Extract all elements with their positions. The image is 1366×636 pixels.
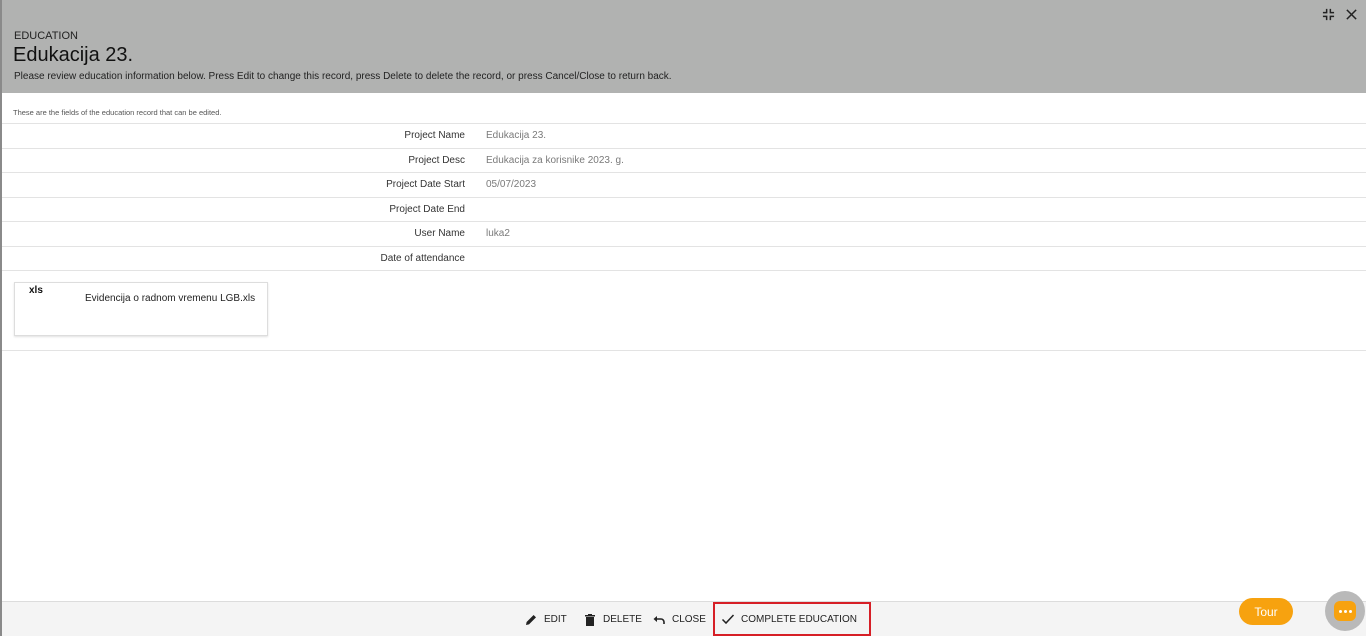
field-row: Date of attendance: [2, 245, 1366, 271]
field-row: Project Date Start 05/07/2023: [2, 172, 1366, 197]
checkmark-icon: [721, 614, 735, 625]
file-type-label: xls: [29, 285, 43, 296]
field-row: Project Name Edukacija 23.: [2, 123, 1366, 148]
chat-icon: [1334, 601, 1356, 621]
field-label: Project Name: [404, 130, 465, 141]
field-label: User Name: [414, 228, 465, 240]
collapse-icon: [1322, 8, 1334, 20]
field-row: Project Desc Edukacija za korisnike 2023…: [2, 147, 1366, 173]
tour-button[interactable]: Tour: [1239, 598, 1293, 625]
field-label: Project Desc: [408, 154, 465, 166]
page-title: Edukacija 23.: [13, 44, 134, 66]
action-toolbar: EDIT DELETE CLOSE COMPLETE EDUCATION: [2, 601, 1366, 636]
field-value: Edukacija 23.: [486, 130, 547, 141]
trash-icon: [585, 613, 595, 626]
field-label: Date of attendance: [380, 252, 465, 264]
record-fields: Project Name Edukacija 23. Project Desc …: [2, 123, 1366, 271]
record-type-label: EDUCATION: [14, 30, 78, 42]
close-button[interactable]: CLOSE: [652, 602, 706, 636]
page-instructions: Please review education information belo…: [14, 71, 672, 82]
field-value: luka2: [486, 228, 510, 240]
undo-icon: [653, 615, 665, 624]
close-window-button[interactable]: [1343, 6, 1359, 22]
field-row: User Name luka2: [2, 221, 1366, 246]
field-value: 05/07/2023: [486, 179, 537, 191]
field-label: Project Date End: [389, 203, 465, 215]
close-icon: [1345, 8, 1357, 20]
pencil-icon: [526, 614, 536, 625]
delete-button[interactable]: DELETE: [583, 602, 642, 636]
collapse-button[interactable]: [1320, 6, 1336, 22]
complete-education-button[interactable]: COMPLETE EDUCATION: [713, 602, 871, 636]
attachment-card[interactable]: xls Evidencija o radnom vremenu LGB.xls: [14, 282, 268, 336]
edit-button[interactable]: EDIT: [524, 602, 567, 636]
edit-button-label: EDIT: [544, 614, 567, 625]
complete-education-label: COMPLETE EDUCATION: [741, 613, 857, 625]
education-detail-page: EDUCATION Edukacija 23. Please review ed…: [0, 0, 1366, 636]
field-value: Edukacija za korisnike 2023. g.: [486, 154, 624, 166]
chat-widget-button[interactable]: [1325, 591, 1365, 631]
field-row: Project Date End: [2, 196, 1366, 222]
close-button-label: CLOSE: [672, 614, 706, 625]
field-label: Project Date Start: [386, 179, 465, 191]
page-header: EDUCATION Edukacija 23. Please review ed…: [2, 0, 1366, 93]
fields-note: These are the fields of the education re…: [13, 108, 222, 117]
attachment-filename[interactable]: Evidencija o radnom vremenu LGB.xls: [85, 293, 255, 304]
attachments-area: xls Evidencija o radnom vremenu LGB.xls: [2, 271, 1366, 351]
delete-button-label: DELETE: [603, 614, 642, 625]
